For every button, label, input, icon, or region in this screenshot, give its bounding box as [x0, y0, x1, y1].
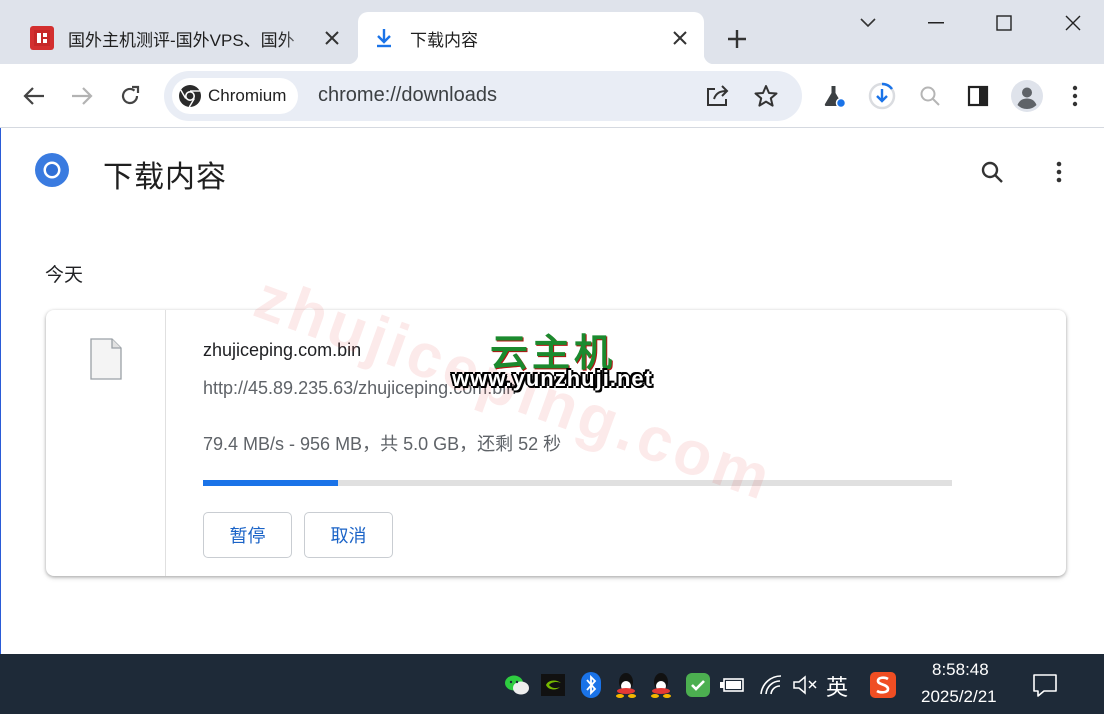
file-icon-column [46, 310, 166, 576]
toolbar: Chromium chrome://downloads [0, 64, 1104, 128]
new-tab-button[interactable] [722, 24, 752, 54]
profile-avatar-icon[interactable] [1009, 78, 1045, 114]
more-actions-icon[interactable] [1041, 154, 1077, 190]
chromium-logo-icon [179, 85, 201, 108]
reload-icon[interactable] [112, 78, 148, 114]
site-chip-label: Chromium [208, 86, 287, 105]
close-icon[interactable] [666, 24, 694, 52]
qq-icon[interactable] [648, 672, 674, 698]
tab-downloads[interactable]: 下载内容 [348, 12, 714, 64]
wifi-icon[interactable] [758, 672, 784, 698]
security-check-icon[interactable] [685, 672, 711, 698]
download-status: 79.4 MB/s - 956 MB，共 5.0 GB，还剩 52 秒 [203, 434, 562, 454]
menu-kebab-icon[interactable] [1057, 78, 1093, 114]
cancel-button[interactable]: 取消 [304, 512, 393, 558]
page-header: 下载内容 [1, 128, 1104, 216]
bluetooth-icon[interactable] [578, 672, 604, 698]
nvidia-icon[interactable] [540, 672, 566, 698]
share-icon[interactable] [702, 80, 734, 112]
battery-icon[interactable] [720, 672, 746, 698]
taskbar: 英 8:58:48 2025/2/21 [0, 654, 1104, 714]
forward-arrow-icon[interactable] [64, 78, 100, 114]
tab-title: 国外主机测评-国外VPS、国外 [68, 30, 295, 50]
qq-icon[interactable] [613, 672, 639, 698]
url-text[interactable]: chrome://downloads [318, 84, 497, 107]
address-bar[interactable]: Chromium chrome://downloads [164, 71, 802, 121]
file-source-url[interactable]: http://45.89.235.63/zhujiceping.com.bin [203, 378, 516, 399]
notification-center-icon[interactable] [1032, 672, 1058, 698]
clock-date[interactable]: 2025/2/21 [921, 687, 997, 707]
window-close-icon[interactable] [1053, 8, 1093, 38]
downloads-page: 下载内容 今天 zhujiceping.com.bin http://45.89… [0, 128, 1104, 654]
tab-search-chevron-icon[interactable] [848, 8, 888, 38]
search-downloads-icon[interactable] [974, 154, 1010, 190]
tab-title: 下载内容 [410, 30, 478, 50]
date-section-label: 今天 [45, 265, 84, 286]
clock-time[interactable]: 8:58:48 [932, 660, 989, 680]
zoom-search-icon[interactable] [912, 78, 948, 114]
chrome-logo-icon [35, 153, 69, 187]
side-panel-icon[interactable] [960, 78, 996, 114]
progress-bar-fill [203, 480, 338, 486]
labs-flask-icon[interactable] [816, 78, 852, 114]
volume-muted-icon[interactable] [792, 672, 818, 698]
minimize-icon[interactable] [916, 8, 956, 38]
close-icon[interactable] [318, 24, 346, 52]
maximize-icon[interactable] [984, 8, 1024, 38]
download-icon [372, 26, 396, 50]
wechat-icon[interactable] [504, 672, 530, 698]
site-chip[interactable]: Chromium [172, 78, 299, 114]
tab-zhujiceping[interactable]: 国外主机测评-国外VPS、国外 [16, 12, 356, 64]
progress-bar [203, 480, 952, 486]
sogou-input-icon[interactable] [870, 672, 896, 698]
back-arrow-icon[interactable] [16, 78, 52, 114]
file-name[interactable]: zhujiceping.com.bin [203, 340, 361, 361]
pause-button[interactable]: 暂停 [203, 512, 292, 558]
file-icon [90, 338, 122, 380]
downloads-progress-icon[interactable] [864, 78, 900, 114]
bookmark-star-icon[interactable] [750, 80, 782, 112]
site-logo-icon [30, 26, 54, 50]
ime-indicator[interactable]: 英 [826, 670, 848, 702]
page-title: 下载内容 [103, 161, 227, 194]
download-item: zhujiceping.com.bin http://45.89.235.63/… [46, 310, 1066, 576]
tab-strip: 国外主机测评-国外VPS、国外 下载内容 [0, 0, 1104, 64]
